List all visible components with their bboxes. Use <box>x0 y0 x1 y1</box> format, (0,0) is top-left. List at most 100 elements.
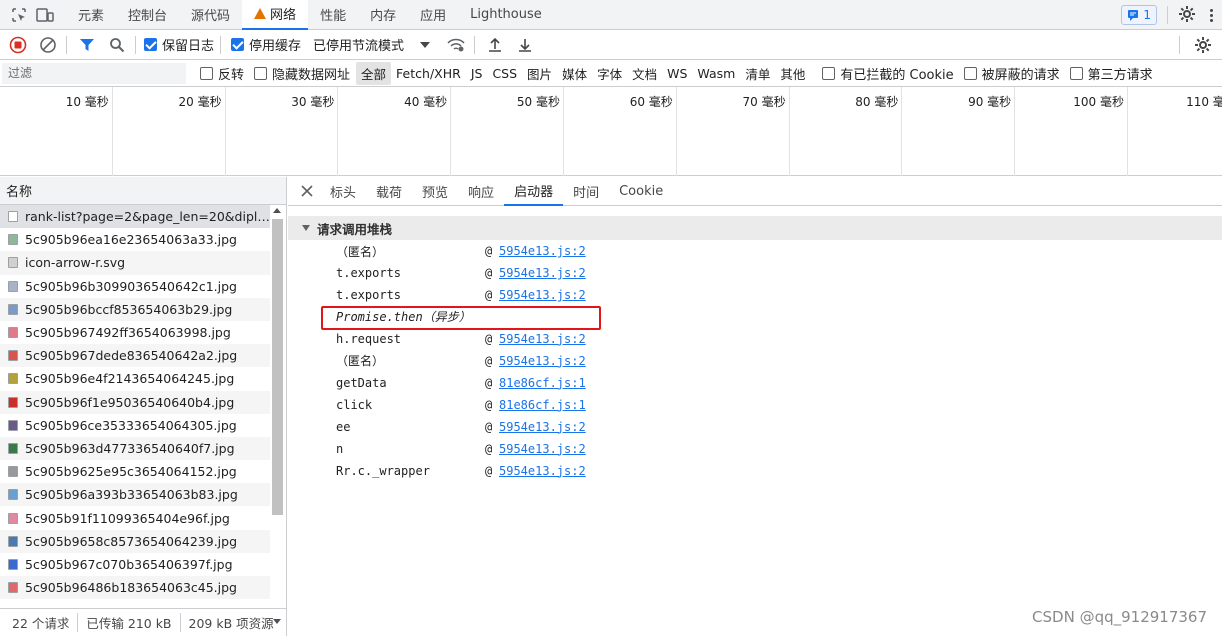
name-column-header[interactable]: 名称 <box>0 177 286 205</box>
frame-source-link[interactable]: 81e86cf.js:1 <box>499 398 586 412</box>
export-har-icon[interactable] <box>513 33 537 57</box>
frame-function-name: click <box>336 397 373 412</box>
panel-tab-0[interactable]: 元素 <box>66 0 116 30</box>
type-filter-3[interactable]: CSS <box>487 64 522 83</box>
frame-source-link[interactable]: 5954e13.js:2 <box>499 420 586 434</box>
request-row[interactable]: 5c905b96ce35333654064305.jpg <box>0 414 270 437</box>
request-row[interactable]: 5c905b96bccf853654063b29.jpg <box>0 297 270 321</box>
at-symbol: @ <box>485 287 493 302</box>
disable-cache-checkbox[interactable]: 停用缓存 <box>231 35 301 54</box>
type-filter-11[interactable]: 其他 <box>775 62 810 85</box>
request-row[interactable]: 5c905b9625e95c3654064152.jpg <box>0 460 270 483</box>
at-symbol: @ <box>485 353 493 368</box>
request-row[interactable]: 5c905b96ea16e23654063a33.jpg <box>0 228 270 251</box>
detail-tab-2[interactable]: 预览 <box>412 177 458 206</box>
panel-tab-1[interactable]: 控制台 <box>116 0 179 30</box>
request-row[interactable]: 5c905b967dede836540642a2.jpg <box>0 344 270 368</box>
settings-gear-icon[interactable] <box>1178 5 1196 26</box>
type-filter-4[interactable]: 图片 <box>522 62 557 85</box>
third-party-label: 第三方请求 <box>1087 67 1153 83</box>
search-icon[interactable] <box>105 33 129 57</box>
issues-badge[interactable]: 1 <box>1121 5 1157 25</box>
type-filter-6[interactable]: 字体 <box>592 62 627 85</box>
request-row[interactable]: rank-list?page=2&page_len=20&diplo... <box>0 205 270 229</box>
panel-tab-6[interactable]: 应用 <box>408 0 458 30</box>
blocked-cookies-checkbox[interactable]: 有已拦截的 Cookie <box>822 64 954 83</box>
request-list-scrollbar[interactable] <box>271 205 284 628</box>
request-row[interactable]: 5c905b96486b183654063c45.jpg <box>0 576 270 600</box>
request-row[interactable]: 5c905b967c070b365406397f.jpg <box>0 553 270 576</box>
third-party-checkbox[interactable]: 第三方请求 <box>1069 64 1153 83</box>
frame-source-link[interactable]: 81e86cf.js:1 <box>499 376 586 390</box>
type-filter-0[interactable]: 全部 <box>356 61 392 85</box>
more-options-icon[interactable] <box>1206 8 1216 22</box>
timeline-tick: 80 毫秒 <box>790 87 903 176</box>
timeline-tick-label: 60 毫秒 <box>629 95 673 109</box>
panel-tab-7[interactable]: Lighthouse <box>458 0 554 30</box>
request-row[interactable]: 5c905b91f11099365404e96f.jpg <box>0 506 270 529</box>
request-call-stack-header[interactable]: 请求调用堆栈 <box>288 216 1222 240</box>
panel-tab-4[interactable]: 性能 <box>308 0 358 30</box>
type-filter-1[interactable]: Fetch/XHR <box>391 64 466 83</box>
panel-tab-2[interactable]: 源代码 <box>179 0 242 30</box>
scrollbar-thumb[interactable] <box>272 219 283 515</box>
frame-source-link[interactable]: 5954e13.js:2 <box>499 266 586 280</box>
request-name: 5c905b9625e95c3654064152.jpg <box>25 464 237 480</box>
detail-tab-4[interactable]: 启动器 <box>504 177 564 206</box>
warning-icon <box>254 8 267 19</box>
panel-tab-5[interactable]: 内存 <box>358 0 408 30</box>
import-har-icon[interactable] <box>483 33 507 57</box>
frame-source-link[interactable]: 5954e13.js:2 <box>499 288 586 302</box>
panel-tabs: 元素 控制台 源代码 网络 性能 内存 应用 Lighthouse <box>66 0 554 30</box>
panel-tab-3[interactable]: 网络 <box>242 0 309 30</box>
request-row[interactable]: 5c905b96f1e95036540640b4.jpg <box>0 390 270 414</box>
request-name: 5c905b96ea16e23654063a33.jpg <box>25 232 237 248</box>
detail-tab-1[interactable]: 载荷 <box>366 177 412 206</box>
scroll-up-icon[interactable] <box>273 208 281 213</box>
frame-source-link[interactable]: 5954e13.js:2 <box>499 354 586 368</box>
type-filter-7[interactable]: 文档 <box>627 62 662 85</box>
filter-input[interactable] <box>2 62 186 84</box>
request-row[interactable]: 5c905b96a393b33654063b83.jpg <box>0 483 270 507</box>
type-filter-5[interactable]: 媒体 <box>557 62 592 85</box>
frame-source-link[interactable]: 5954e13.js:2 <box>499 464 586 478</box>
record-stop-icon[interactable] <box>6 33 30 57</box>
timeline-tick-label: 80 毫秒 <box>855 95 899 109</box>
network-settings-gear-icon[interactable] <box>1194 36 1212 57</box>
close-detail-icon[interactable] <box>294 177 320 206</box>
request-row[interactable]: 5c905b9658c8573654064239.jpg <box>0 529 270 553</box>
detail-tab-0[interactable]: 标头 <box>320 177 366 206</box>
frame-source-link[interactable]: 5954e13.js:2 <box>499 442 586 456</box>
frame-function-name: t.exports <box>336 265 402 280</box>
filter-funnel-icon[interactable] <box>75 33 99 57</box>
request-row[interactable]: 5c905b967492ff3654063998.jpg <box>0 321 270 344</box>
type-filter-2[interactable]: JS <box>466 64 488 83</box>
preserve-log-checkbox[interactable]: 保留日志 <box>144 35 214 54</box>
frame-source-link[interactable]: 5954e13.js:2 <box>499 332 586 346</box>
panel-tab-label: 控制台 <box>128 9 168 24</box>
detail-tab-3[interactable]: 响应 <box>458 177 504 206</box>
request-row[interactable]: icon-arrow-r.svg <box>0 251 270 275</box>
device-toolbar-icon[interactable] <box>34 4 56 26</box>
detail-tab-5[interactable]: 时间 <box>563 177 609 206</box>
type-filter-10[interactable]: 清单 <box>740 62 775 85</box>
throttle-select[interactable]: 已停用节流模式 <box>313 35 431 54</box>
request-row[interactable]: 5c905b96e4f2143654064245.jpg <box>0 367 270 390</box>
frame-source-link[interactable]: 5954e13.js:2 <box>499 244 586 258</box>
inspect-element-icon[interactable] <box>8 4 30 26</box>
request-row[interactable]: 5c905b96b3099036540642c1.jpg <box>0 275 270 298</box>
image-file-icon <box>8 512 18 524</box>
detail-tab-6[interactable]: Cookie <box>609 177 673 206</box>
type-filter-9[interactable]: Wasm <box>692 64 740 83</box>
type-filter-8[interactable]: WS <box>662 64 692 83</box>
network-conditions-icon[interactable] <box>444 33 468 57</box>
clear-icon[interactable] <box>36 33 60 57</box>
blocked-requests-checkbox[interactable]: 被屏蔽的请求 <box>963 64 1060 83</box>
invert-checkbox[interactable]: 反转 <box>200 64 244 83</box>
checkbox-box <box>200 66 213 80</box>
request-name: 5c905b96e4f2143654064245.jpg <box>25 371 235 387</box>
timeline-overview[interactable]: 10 毫秒 20 毫秒 30 毫秒 40 毫秒 50 毫秒 60 毫秒 70 毫秒 80 毫秒… <box>0 87 1222 176</box>
request-row[interactable]: 5c905b963d477336540640f7.jpg <box>0 436 270 461</box>
hide-data-urls-checkbox[interactable]: 隐藏数据网址 <box>254 64 350 83</box>
request-name: 5c905b967c070b365406397f.jpg <box>25 556 233 572</box>
